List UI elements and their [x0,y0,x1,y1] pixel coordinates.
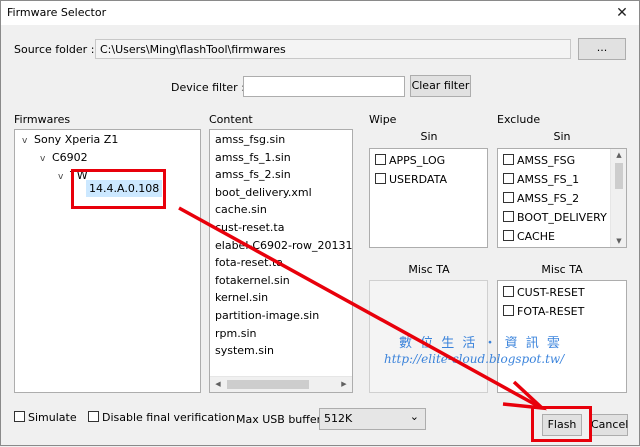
firmware-selector-window: Firmware Selector ✕ Source folder : C:\U… [0,0,640,446]
annotation-arrow [178,206,548,411]
